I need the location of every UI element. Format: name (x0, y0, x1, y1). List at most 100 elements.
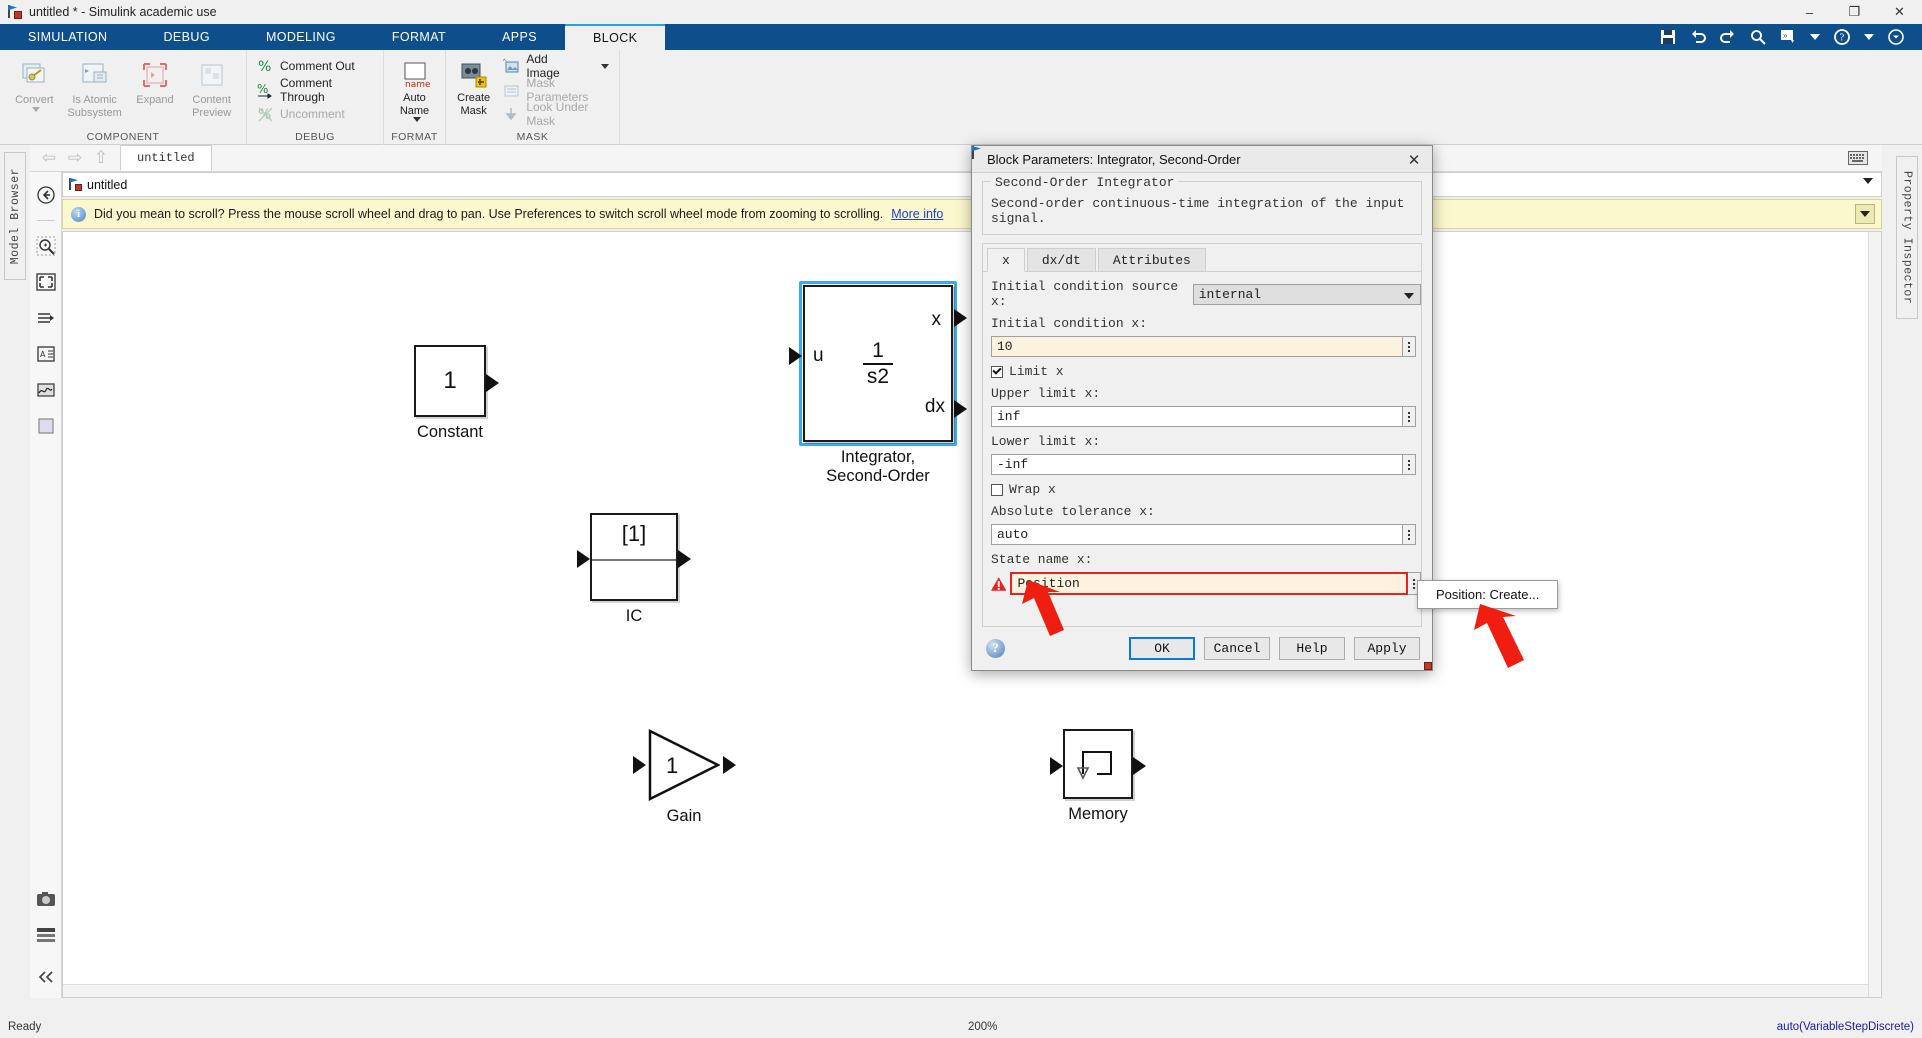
tab-apps[interactable]: APPS (474, 24, 565, 50)
save-icon[interactable] (1660, 29, 1676, 45)
create-mask-button[interactable]: Create Mask (452, 54, 495, 126)
auto-name-caret-icon[interactable] (412, 117, 421, 122)
block-ic-output-port[interactable] (678, 550, 691, 568)
property-inspector-panel[interactable]: Property Inspector (1896, 156, 1918, 319)
field-wrap-x[interactable]: Wrap x (991, 482, 1421, 497)
canvas-horizontal-scrollbar[interactable] (63, 984, 1868, 997)
upper-limit-input[interactable]: inf (991, 406, 1403, 427)
scope-icon[interactable] (35, 379, 57, 401)
apply-button[interactable]: Apply (1354, 636, 1420, 660)
fit-to-view-icon[interactable] (35, 271, 57, 293)
lower-limit-input[interactable]: -inf (991, 454, 1403, 475)
tab-debug[interactable]: DEBUG (135, 24, 237, 50)
model-tab-untitled[interactable]: untitled (120, 145, 212, 171)
customize-icon[interactable]: » (1780, 29, 1796, 45)
autocomplete-item-position-create[interactable]: Position: Create... (1436, 587, 1539, 602)
upper-limit-more-button[interactable] (1403, 406, 1416, 427)
convert-caret-icon[interactable] (32, 106, 41, 112)
keyboard-icon[interactable] (1848, 151, 1868, 165)
field-limit-x[interactable]: Limit x (991, 364, 1421, 379)
close-button[interactable]: ✕ (1877, 0, 1922, 24)
back-arrow-icon[interactable]: ⇦ (36, 147, 62, 169)
block-gain[interactable]: 1 Gain (633, 728, 736, 826)
block-memory-output-port[interactable] (1133, 757, 1146, 775)
convert-button[interactable]: Convert (6, 54, 63, 126)
dialog-tab-attributes[interactable]: Attributes (1097, 248, 1206, 272)
cancel-button[interactable]: Cancel (1204, 636, 1270, 660)
add-image-button[interactable]: ^ Add Image (503, 52, 609, 80)
block-memory[interactable]: Memory (1050, 729, 1146, 824)
chevron-down-icon[interactable] (1404, 292, 1414, 299)
block-integrator-output-port-x[interactable] (954, 309, 967, 327)
help-caret-icon[interactable] (1864, 34, 1874, 40)
block-gain-input-port[interactable] (633, 756, 646, 774)
initial-condition-input[interactable]: 10 (991, 336, 1403, 357)
absolute-tolerance-input[interactable]: auto (991, 524, 1403, 545)
help-icon[interactable]: ? (986, 638, 1005, 658)
mask-parameters-button[interactable]: Mask Parameters (503, 76, 609, 104)
wrap-x-checkbox[interactable] (991, 483, 1003, 496)
ok-button[interactable]: OK (1129, 636, 1195, 660)
block-integrator-output-port-dx[interactable] (954, 400, 967, 418)
minimize-button[interactable]: – (1787, 0, 1832, 24)
signal-routing-icon[interactable] (35, 307, 57, 329)
canvas-vertical-scrollbar[interactable] (1868, 232, 1881, 997)
block-parameters-dialog[interactable]: Block Parameters: Integrator, Second-Ord… (971, 145, 1433, 671)
state-name-input[interactable]: Position (1010, 572, 1409, 595)
tab-format[interactable]: FORMAT (364, 24, 474, 50)
dialog-close-button[interactable]: ✕ (1396, 146, 1432, 173)
block-ic-input-port[interactable] (577, 550, 590, 568)
help-button[interactable]: Help (1279, 636, 1345, 660)
annotation-icon[interactable]: A (35, 343, 57, 365)
block-memory-input-port[interactable] (1050, 757, 1063, 775)
block-integrator-second-order[interactable]: u x dx 1 s2 Integrator, Second-Order (789, 281, 967, 486)
search-icon[interactable] (1750, 29, 1766, 45)
notification-link[interactable]: More info (891, 207, 943, 221)
notification-dropdown-button[interactable] (1855, 204, 1875, 224)
forward-arrow-icon[interactable]: ⇨ (62, 147, 88, 169)
maximize-button[interactable]: ❐ (1832, 0, 1877, 24)
redo-icon[interactable] (1720, 29, 1736, 45)
navigate-up-icon[interactable] (35, 184, 57, 206)
content-preview-icon (201, 64, 223, 86)
is-atomic-subsystem-button[interactable]: Is Atomic Subsystem (63, 54, 127, 126)
initial-condition-source-select[interactable]: internal (1192, 283, 1421, 305)
tab-simulation[interactable]: SIMULATION (0, 24, 135, 50)
dialog-tab-x[interactable]: x (987, 248, 1025, 272)
subsystem-icon[interactable] (35, 415, 57, 437)
comment-through-button[interactable]: % Comment Through (257, 76, 373, 104)
uncomment-button[interactable]: % Uncomment (257, 104, 373, 124)
initial-condition-more-button[interactable] (1403, 336, 1416, 357)
library-icon[interactable] (35, 924, 57, 946)
comment-out-button[interactable]: % Comment Out (257, 56, 373, 76)
status-solver[interactable]: auto(VariableStepDiscrete) (1777, 1021, 1914, 1033)
zoom-region-icon[interactable] (35, 235, 57, 257)
collapse-ribbon-icon[interactable] (1888, 29, 1904, 45)
block-constant-output-port[interactable] (486, 374, 499, 392)
breadcrumb-caret-icon[interactable] (1863, 178, 1873, 184)
status-zoom-level[interactable]: 200% (968, 1021, 997, 1033)
up-arrow-icon[interactable]: ⇧ (88, 147, 114, 169)
help-icon[interactable]: ? (1834, 29, 1850, 45)
model-browser-panel[interactable]: Model Browser (4, 152, 26, 280)
block-gain-output-port[interactable] (723, 756, 736, 774)
absolute-tolerance-more-button[interactable] (1403, 524, 1416, 545)
autocomplete-popup[interactable]: Position: Create... (1417, 580, 1559, 609)
dialog-tab-dxdt[interactable]: dx/dt (1026, 248, 1096, 272)
auto-name-button[interactable]: name Auto Name (390, 54, 439, 126)
block-integrator-input-port[interactable] (789, 347, 802, 365)
customize-caret-icon[interactable] (1810, 34, 1820, 40)
block-constant[interactable]: 1 Constant (414, 345, 499, 442)
camera-icon[interactable] (35, 888, 57, 910)
undo-icon[interactable] (1690, 29, 1706, 45)
add-image-caret-icon[interactable] (601, 63, 609, 69)
expand-button[interactable]: Expand (127, 54, 184, 126)
limit-x-checkbox[interactable] (991, 365, 1003, 378)
lower-limit-more-button[interactable] (1403, 454, 1416, 475)
block-ic[interactable]: [1] IC (577, 513, 691, 626)
look-under-mask-button[interactable]: Look Under Mask (503, 100, 609, 128)
tab-modeling[interactable]: MODELING (238, 24, 364, 50)
content-preview-button[interactable]: Content Preview (183, 54, 240, 126)
tab-block[interactable]: BLOCK (565, 24, 666, 50)
collapse-icon[interactable] (35, 966, 57, 988)
